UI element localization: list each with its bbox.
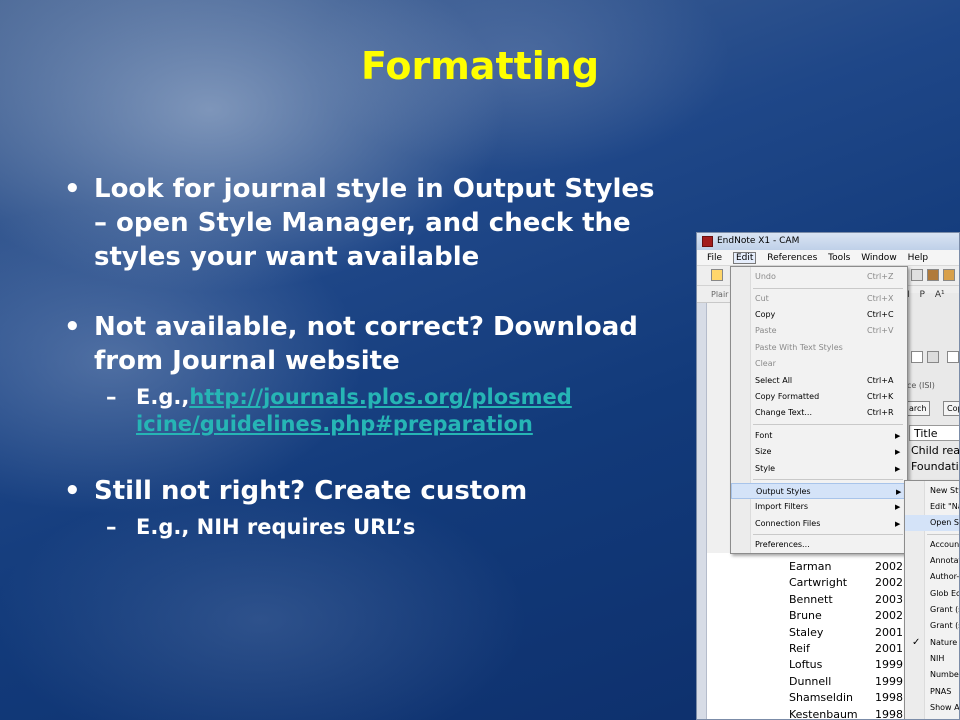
bullet-text: Not available, not correct? Download fro… [94, 312, 638, 376]
menu-item-paste[interactable]: Paste Ctrl+V [731, 323, 907, 339]
table-row[interactable]: Cartwright 2002 [787, 575, 917, 591]
submenu-arrow-icon: ▶ [895, 503, 901, 511]
submenu-item-style[interactable]: Number [905, 667, 959, 683]
submenu-item-style[interactable]: Accoun [905, 537, 959, 553]
submenu-item-style[interactable]: Glob Ec [905, 586, 959, 602]
bullet-item-3: • Still not right? Create custom [60, 474, 660, 508]
output-styles-submenu: New Sty Edit "Na Open St Accoun Annotat … [904, 480, 959, 719]
submenu-arrow-icon: ▶ [895, 520, 901, 528]
dash-glyph: – [106, 385, 117, 409]
reference-list: Earman 2002 Cartwright 2002 Bennett 2003 Br… [787, 559, 917, 719]
menu-item-cut[interactable]: Cut Ctrl+X [731, 291, 907, 307]
search-button[interactable]: arch [905, 401, 931, 416]
table-row[interactable]: Reif 2001 [787, 641, 917, 657]
submenu-item-open-style-manager[interactable]: Open St [905, 515, 959, 531]
submenu-arrow-icon: ▶ [895, 432, 901, 440]
table-row[interactable]: Staley 2001 [787, 625, 917, 641]
table-row[interactable]: Bennett 2003 [787, 592, 917, 608]
table-row[interactable]: Loftus 1999 [787, 657, 917, 673]
submenu-item-style-checked[interactable]: ✓Nature M [905, 635, 959, 651]
menu-references[interactable]: References [767, 253, 817, 263]
endnote-screenshot: EndNote X1 - CAM File Edit References To… [696, 232, 960, 720]
bullet-item-2: • Not available, not correct? Download f… [60, 310, 660, 378]
submenu-item-style[interactable]: Author- [905, 569, 959, 585]
menu-file[interactable]: File [707, 253, 722, 263]
submenu-arrow-icon: ▶ [896, 488, 902, 496]
left-panel [697, 303, 707, 719]
slide-title: Formatting [360, 44, 600, 88]
table-row[interactable]: Shamseldin 1998 [787, 690, 917, 706]
plos-guidelines-link[interactable]: http://journals.plos.org/plosmed icine/gu… [136, 385, 572, 436]
menu-item-preferences[interactable]: Preferences... [731, 537, 907, 553]
copy-button[interactable]: Cop [943, 401, 959, 416]
bullet-glyph: • [64, 476, 81, 506]
window-title-bar: EndNote X1 - CAM [697, 233, 959, 250]
dash-glyph: – [106, 515, 117, 539]
submenu-item-style[interactable]: NIH [905, 651, 959, 667]
menu-edit[interactable]: Edit [732, 252, 757, 264]
menu-item-size[interactable]: Size ▶ [731, 444, 907, 460]
menu-item-copy[interactable]: Copy Ctrl+C [731, 307, 907, 323]
bullet-glyph: • [64, 312, 81, 342]
submenu-item-style[interactable]: Grant (s [905, 618, 959, 634]
submenu-item-show-all[interactable]: Show Al [905, 700, 959, 716]
tool-icon[interactable] [927, 269, 939, 281]
tool-icon[interactable] [947, 351, 959, 363]
submenu-item-edit-style[interactable]: Edit "Na [905, 499, 959, 515]
submenu-item-style[interactable]: PNAS [905, 684, 959, 700]
tool-icon[interactable] [911, 269, 923, 281]
title-column-header[interactable]: Title [909, 425, 959, 441]
table-row[interactable]: Brune 2002 [787, 608, 917, 624]
submenu-arrow-icon: ▶ [895, 448, 901, 456]
menu-item-output-styles[interactable]: Output Styles ▶ [731, 483, 907, 499]
menu-item-paste-with-text-styles[interactable]: Paste With Text Styles [731, 340, 907, 356]
sub-bullet-text: E.g., NIH requires URL’s [136, 515, 416, 539]
menu-help[interactable]: Help [908, 253, 929, 263]
bullet-list: • Look for journal style in Output Style… [60, 172, 660, 541]
font-field[interactable]: Plair [711, 290, 728, 299]
menu-item-undo[interactable]: Undo Ctrl+Z [731, 269, 907, 285]
sub-bullet-nih: – E.g., NIH requires URL’s [60, 514, 660, 541]
source-label: ce (ISI) [907, 381, 935, 390]
tool-icon[interactable] [911, 351, 923, 363]
sub-bullet-url: – E.g.,http://journals.plos.org/plosmed i… [60, 384, 660, 438]
table-row[interactable]: Kestenbaum 1998 [787, 707, 917, 719]
submenu-item-new-style[interactable]: New Sty [905, 483, 959, 499]
menu-item-copy-formatted[interactable]: Copy Formatted Ctrl+K [731, 389, 907, 405]
window-title: EndNote X1 - CAM [717, 236, 800, 246]
bullet-text: Look for journal style in Output Styles … [94, 174, 655, 272]
menu-item-change-text[interactable]: Change Text... Ctrl+R [731, 405, 907, 421]
superscript-button[interactable]: A¹ [935, 290, 945, 300]
link-line-2: icine/guidelines.php#preparation [136, 412, 533, 436]
plain-button[interactable]: P [920, 290, 925, 300]
menu-window[interactable]: Window [861, 253, 897, 263]
menu-item-connection-files[interactable]: Connection Files ▶ [731, 516, 907, 532]
submenu-item-style[interactable]: Grant (s [905, 602, 959, 618]
format-buttons: I P A¹ [907, 290, 952, 300]
check-icon: ✓ [912, 637, 921, 648]
title-cell[interactable]: Foundatio [911, 459, 959, 475]
table-row[interactable]: Earman 2002 [787, 559, 917, 575]
open-folder-icon[interactable] [711, 269, 723, 281]
menu-tools[interactable]: Tools [828, 253, 850, 263]
bullet-glyph: • [64, 174, 81, 204]
menu-bar: File Edit References Tools Window Help [697, 250, 959, 266]
table-row[interactable]: Dunnell 1999 [787, 674, 917, 690]
menu-item-import-filters[interactable]: Import Filters ▶ [731, 499, 907, 515]
submenu-item-style[interactable]: Annotat [905, 553, 959, 569]
tool-icon[interactable] [927, 351, 939, 363]
tool-icon[interactable] [943, 269, 955, 281]
endnote-app-icon [702, 236, 713, 247]
title-cell[interactable]: Child rea [911, 443, 959, 459]
menu-item-font[interactable]: Font ▶ [731, 428, 907, 444]
link-line-1: http://journals.plos.org/plosmed [189, 385, 572, 409]
submenu-arrow-icon: ▶ [895, 465, 901, 473]
bullet-item-1: • Look for journal style in Output Style… [60, 172, 660, 274]
menu-item-select-all[interactable]: Select All Ctrl+A [731, 373, 907, 389]
menu-item-clear[interactable]: Clear [731, 356, 907, 372]
sub-bullet-prefix: E.g., [136, 385, 190, 409]
menu-item-style[interactable]: Style ▶ [731, 461, 907, 477]
bullet-text: Still not right? Create custom [94, 476, 528, 506]
edit-menu-dropdown: Undo Ctrl+Z Cut Ctrl+X Copy Ctrl+C Paste Ctr… [730, 266, 908, 554]
